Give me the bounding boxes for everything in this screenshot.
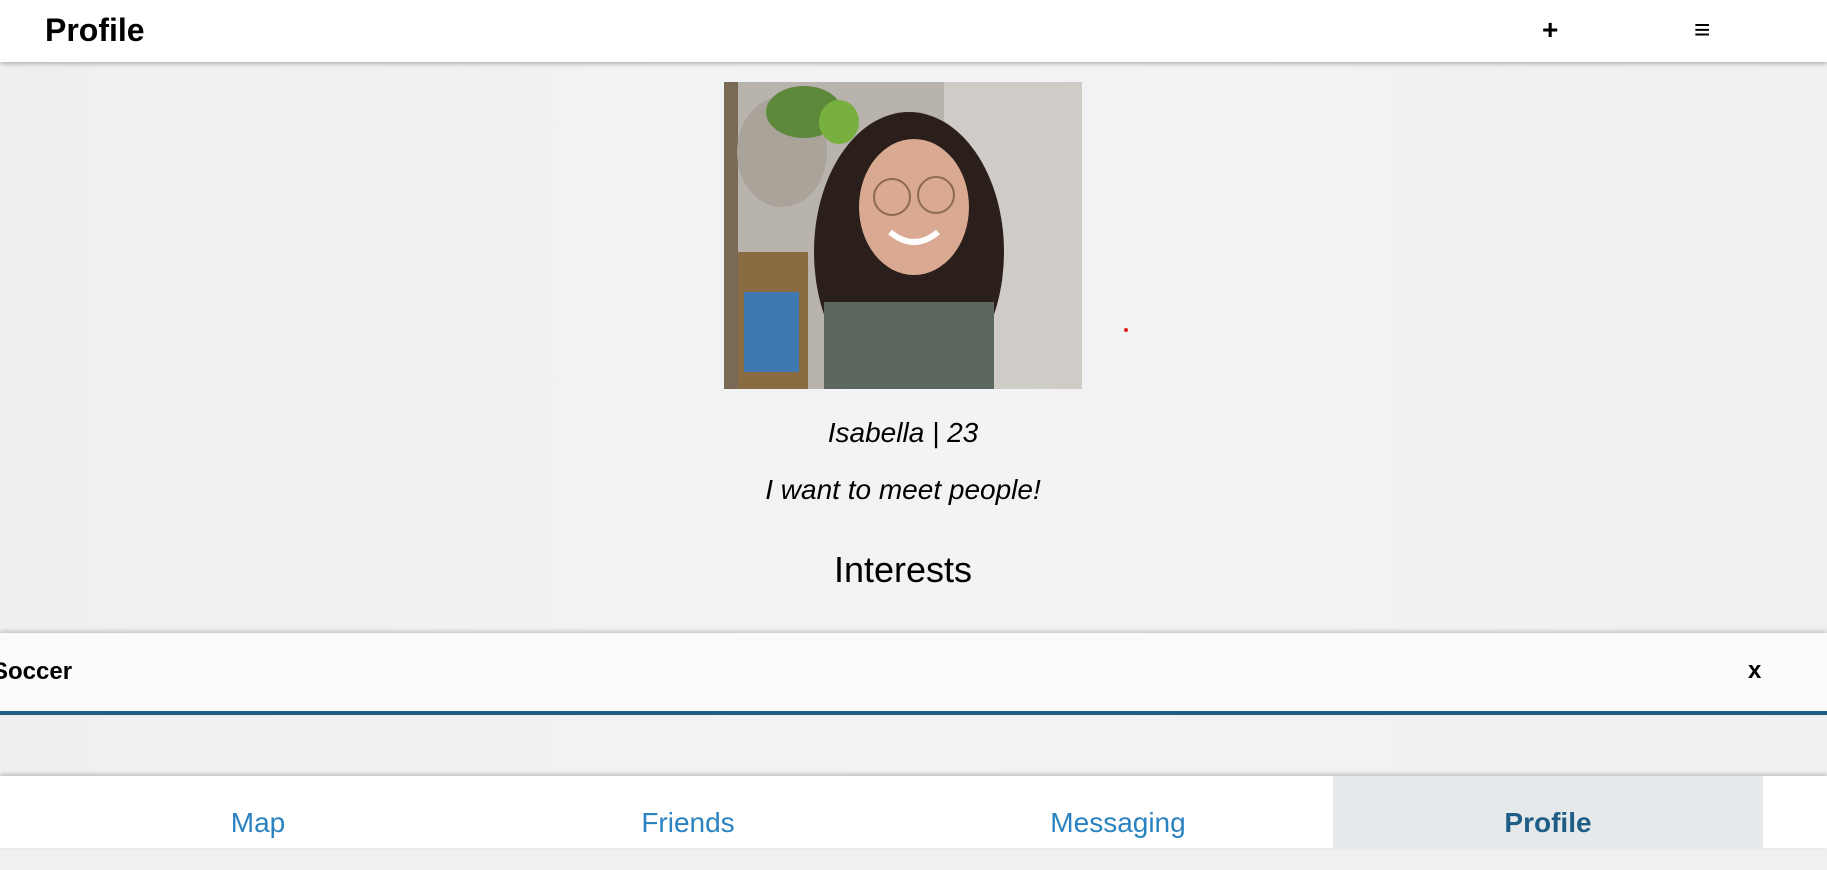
bio-text: I want to meet people! (765, 474, 1041, 505)
interests-heading: Interests (833, 549, 973, 590)
tab-profile[interactable]: Profile (1333, 776, 1763, 848)
add-button[interactable]: + (1542, 12, 1558, 48)
tab-messaging[interactable]: Messaging (903, 776, 1333, 848)
page-title: Profile (45, 12, 145, 48)
cursor-dot (1124, 328, 1128, 332)
tab-map[interactable]: Map (43, 776, 473, 848)
top-header: Profile + ≡ (0, 0, 1827, 62)
interest-label: Soccer (0, 658, 73, 685)
tab-friends[interactable]: Friends (473, 776, 903, 848)
profile-content: Isabella | 23 I want to meet people! Int… (0, 62, 1827, 772)
menu-icon[interactable]: ≡ (1694, 12, 1710, 48)
name-age-label: Isabella | 23 (827, 417, 979, 448)
interest-item: Soccer x (0, 633, 1827, 715)
remove-interest-button[interactable]: x (1748, 657, 1761, 685)
profile-photo (724, 82, 1082, 389)
bottom-nav: Map Friends Messaging Profile (0, 776, 1827, 848)
